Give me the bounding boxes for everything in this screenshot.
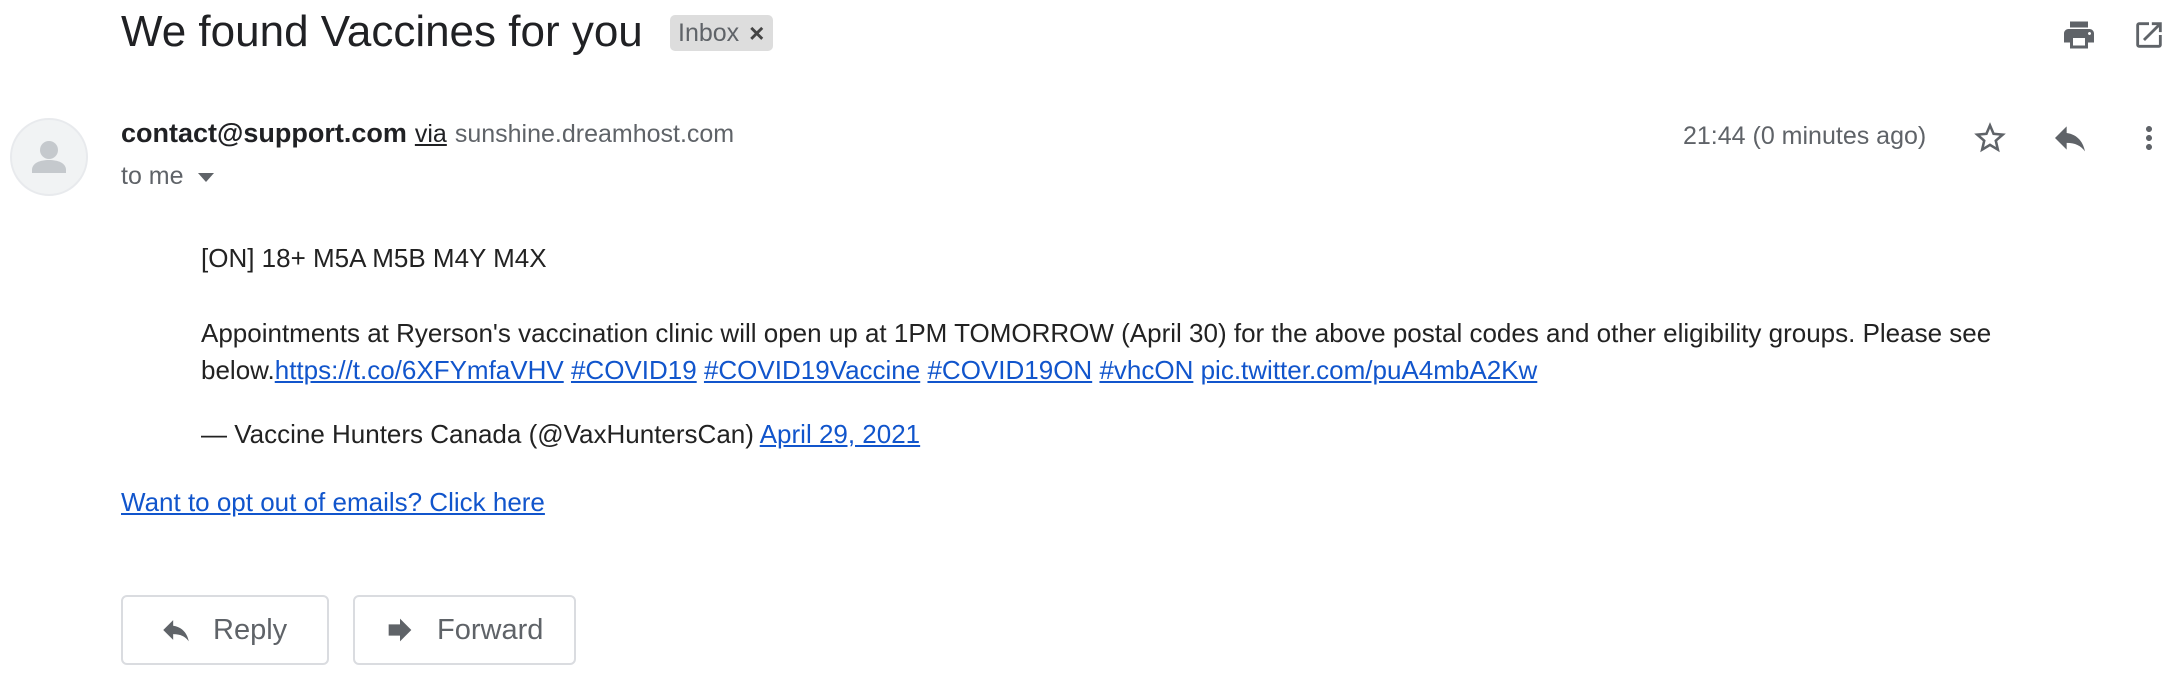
star-icon[interactable] bbox=[1962, 110, 2018, 166]
recipient-details-toggle[interactable]: to me bbox=[121, 162, 214, 191]
reply-button-label: Reply bbox=[213, 613, 288, 646]
forward-arrow-icon bbox=[388, 618, 412, 642]
message-timestamp: 21:44 (0 minutes ago) bbox=[1683, 122, 1927, 150]
sender-line: contact@support.com via sunshine.dreamho… bbox=[121, 118, 734, 149]
email-subject: We found Vaccines for you bbox=[121, 7, 643, 56]
opt-out-link[interactable]: Want to opt out of emails? Click here bbox=[121, 484, 545, 521]
label-chip-text: Inbox bbox=[678, 18, 740, 47]
inbox-label-chip[interactable]: Inbox × bbox=[670, 15, 774, 51]
open-in-new-icon[interactable] bbox=[2124, 10, 2174, 60]
forward-button[interactable]: Forward bbox=[353, 595, 576, 665]
sender-avatar bbox=[10, 118, 88, 196]
tweet-date-link[interactable]: April 29, 2021 bbox=[760, 419, 920, 449]
hashtag-covid19-link[interactable]: #COVID19 bbox=[571, 355, 697, 385]
body-line-postal: [ON] 18+ M5A M5B M4Y M4X bbox=[201, 243, 547, 273]
chevron-down-icon bbox=[197, 173, 214, 182]
attribution-text: — Vaccine Hunters Canada (@VaxHuntersCan… bbox=[201, 419, 754, 449]
hashtag-covid19on-link[interactable]: #COVID19ON bbox=[927, 355, 1092, 385]
body-paragraph: Appointments at Ryerson's vaccination cl… bbox=[201, 315, 2101, 389]
remove-label-icon[interactable]: × bbox=[749, 20, 764, 46]
via-domain: sunshine.dreamhost.com bbox=[454, 120, 735, 148]
sender-email[interactable]: contact@support.com bbox=[121, 118, 407, 149]
hashtag-covid19vaccine-link[interactable]: #COVID19Vaccine bbox=[704, 355, 920, 385]
reply-arrow-icon bbox=[163, 620, 189, 642]
forward-button-label: Forward bbox=[437, 613, 544, 646]
more-options-icon[interactable] bbox=[2121, 110, 2175, 166]
reply-icon[interactable] bbox=[2042, 110, 2098, 166]
tco-link[interactable]: https://t.co/6XFYmfaVHV bbox=[275, 355, 564, 385]
person-icon bbox=[32, 141, 66, 173]
print-icon[interactable] bbox=[2054, 10, 2104, 60]
recipient-label: to me bbox=[121, 162, 184, 190]
attribution-line: — Vaccine Hunters Canada (@VaxHuntersCan… bbox=[201, 416, 2101, 453]
hashtag-vhcon-link[interactable]: #vhcON bbox=[1099, 355, 1193, 385]
pic-twitter-link[interactable]: pic.twitter.com/puA4mbA2Kw bbox=[1201, 355, 1538, 385]
via-label[interactable]: via bbox=[415, 120, 447, 149]
reply-button[interactable]: Reply bbox=[121, 595, 329, 665]
message-body: [ON] 18+ M5A M5B M4Y M4X Appointments at… bbox=[201, 240, 2101, 453]
